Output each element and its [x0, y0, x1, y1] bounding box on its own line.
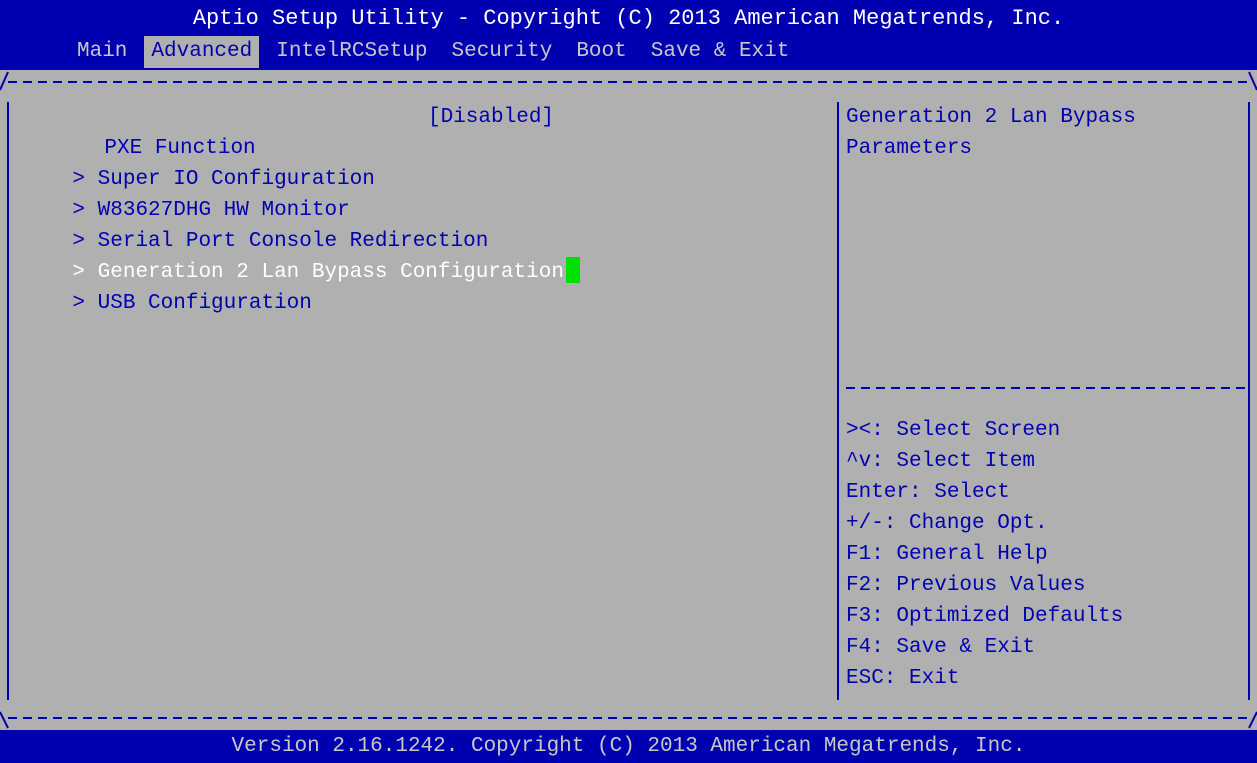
key-hint: ^v: Select Item [846, 450, 1036, 473]
title-bar: Aptio Setup Utility - Copyright (C) 2013… [0, 0, 1257, 70]
key-hint: Enter: Select [846, 481, 1010, 504]
menu-item-label: USB Configuration [97, 292, 312, 315]
menu-item-usb[interactable]: > USB Configuration [22, 257, 312, 350]
tab-advanced[interactable]: Advanced [144, 36, 260, 68]
tab-bar: Main Advanced IntelRCSetup Security Boot… [70, 36, 806, 68]
window-title: Aptio Setup Utility - Copyright (C) 2013… [192, 6, 1065, 31]
key-hint: ESC: Exit [846, 667, 960, 690]
version-text: Version 2.16.1242. Copyright (C) 2013 Am… [231, 735, 1026, 758]
tab-intelrcsetup[interactable]: IntelRCSetup [269, 36, 434, 68]
key-hint: ><: Select Screen [846, 419, 1061, 442]
text-cursor [565, 257, 580, 283]
help-text-line: Parameters [846, 137, 973, 160]
tab-boot[interactable]: Boot [569, 36, 633, 68]
pxe-function-value[interactable]: [Disabled] [428, 102, 554, 133]
setup-panel: PXE Function [Disabled] > Super IO Confi… [0, 70, 1257, 730]
tab-main[interactable]: Main [70, 36, 134, 68]
tab-save-exit[interactable]: Save & Exit [644, 36, 797, 68]
submenu-arrow-icon: > [72, 292, 98, 315]
key-hint: F1: General Help [846, 543, 1048, 566]
tab-security[interactable]: Security [444, 36, 559, 68]
help-text-line: Generation 2 Lan Bypass [846, 106, 1136, 129]
key-hint: F4: Save & Exit [846, 636, 1036, 659]
status-bar: Version 2.16.1242. Copyright (C) 2013 Am… [0, 730, 1257, 763]
key-hint: F3: Optimized Defaults [846, 605, 1124, 628]
key-hint: F2: Previous Values [846, 574, 1086, 597]
key-hint: +/-: Change Opt. [846, 512, 1048, 535]
